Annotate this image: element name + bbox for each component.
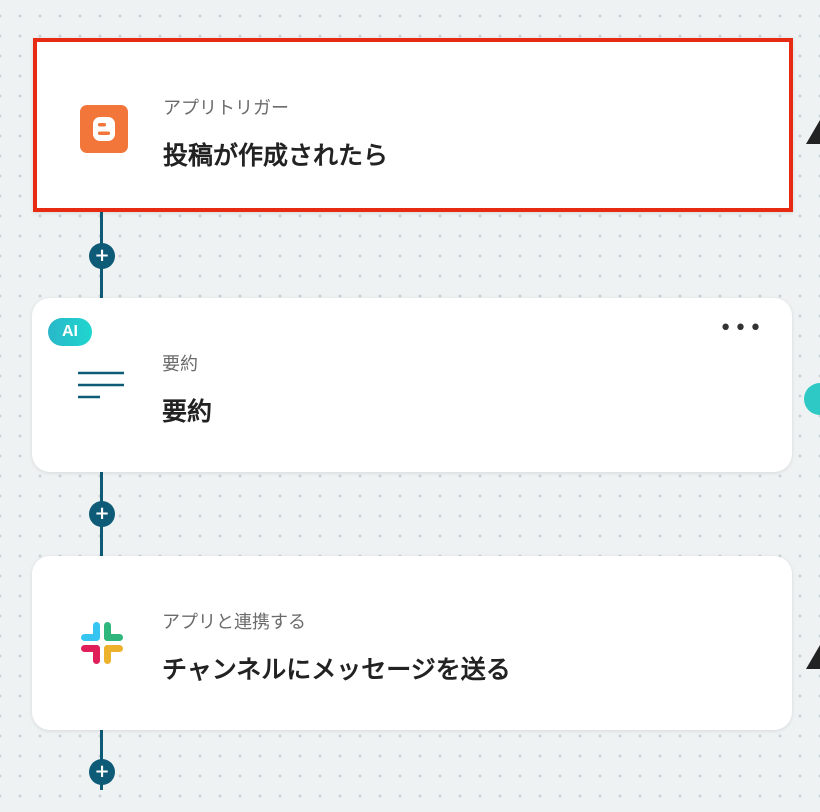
- add-step-button[interactable]: +: [89, 501, 115, 527]
- trigger-step-card[interactable]: アプリトリガー 投稿が作成されたら: [33, 38, 793, 212]
- step-title: 投稿が作成されたら: [163, 141, 389, 170]
- edge-circle-icon: [804, 383, 820, 415]
- edge-triangle-icon: [806, 120, 820, 144]
- step-caption: アプリトリガー: [163, 98, 289, 119]
- slack-step-card[interactable]: アプリと連携する チャンネルにメッセージを送る: [32, 556, 792, 730]
- ai-summary-step-card[interactable]: AI ••• 要約 要約: [32, 298, 792, 472]
- more-options-button[interactable]: •••: [719, 318, 764, 340]
- summary-lines-icon: [78, 361, 126, 409]
- step-title: チャンネルにメッセージを送る: [162, 655, 511, 684]
- slack-icon: [78, 619, 126, 667]
- ai-badge: AI: [48, 318, 92, 346]
- add-step-button[interactable]: +: [89, 243, 115, 269]
- step-caption: アプリと連携する: [162, 612, 306, 633]
- blogger-icon: [80, 105, 128, 153]
- step-title: 要約: [162, 397, 213, 426]
- edge-triangle-icon: [806, 645, 820, 669]
- add-step-button[interactable]: +: [89, 759, 115, 785]
- step-caption: 要約: [162, 354, 198, 375]
